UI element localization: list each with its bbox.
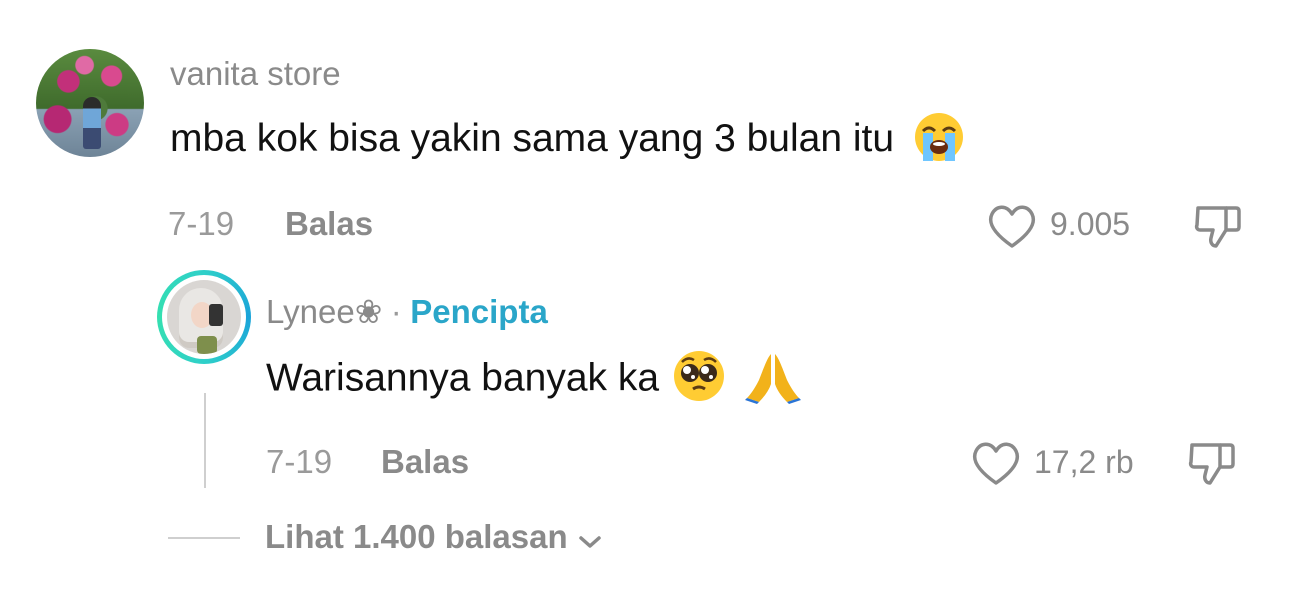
dislike-icon[interactable]	[1186, 437, 1238, 489]
avatar-photo	[167, 280, 241, 354]
reply-button[interactable]: Balas	[285, 205, 373, 243]
reply-header: Lynee❀ · Pencipta	[266, 292, 548, 331]
comment-text: mba kok bisa yakin sama yang 3 bulan itu	[170, 112, 965, 163]
avatar[interactable]	[36, 49, 144, 157]
reply-username[interactable]: Lynee❀	[266, 293, 382, 330]
creator-avatar[interactable]	[157, 270, 251, 364]
comment-date: 7-19	[168, 205, 235, 242]
avatar-person	[83, 97, 101, 149]
folded-hands-icon	[744, 350, 801, 404]
heart-icon[interactable]	[970, 439, 1022, 487]
view-more-replies[interactable]: Lihat 1.400 balasan	[265, 518, 602, 556]
dislike-icon[interactable]	[1192, 200, 1244, 252]
view-more-line	[168, 537, 240, 539]
thread-line	[204, 393, 206, 488]
reply-date: 7-19	[266, 443, 333, 480]
avatar-phone	[209, 304, 223, 326]
view-more-label: Lihat 1.400 balasan	[265, 518, 568, 555]
separator-dot: ·	[390, 293, 402, 330]
reply-button[interactable]: Balas	[381, 443, 469, 481]
like-count: 9.005	[1050, 206, 1131, 242]
reply-body: Warisannya banyak ka	[266, 356, 660, 400]
loudly-crying-face-icon	[913, 111, 965, 163]
pleading-face-icon	[672, 349, 726, 403]
reply-text: Warisannya banyak ka	[266, 351, 801, 404]
heart-icon[interactable]	[986, 202, 1038, 250]
comment-body: mba kok bisa yakin sama yang 3 bulan itu	[170, 117, 895, 160]
chevron-down-icon	[578, 533, 602, 551]
creator-badge: Pencipta	[410, 293, 548, 330]
reply-like-count: 17,2 rb	[1034, 444, 1134, 480]
comment-username[interactable]: vanita store	[170, 55, 341, 93]
avatar-accessory	[197, 336, 217, 354]
